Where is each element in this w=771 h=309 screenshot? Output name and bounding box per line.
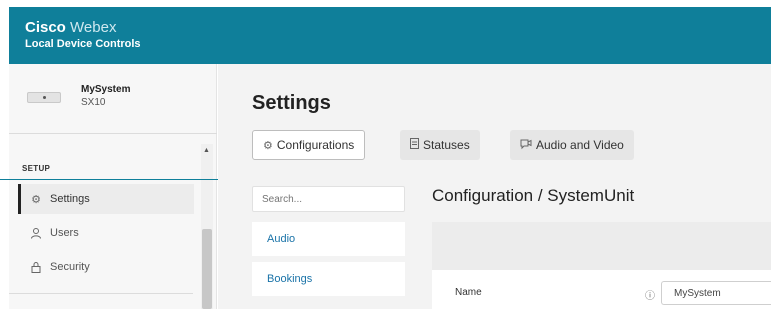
divider (9, 293, 193, 294)
user-icon (29, 227, 43, 239)
tab-label: Configurations (276, 138, 355, 152)
app-header: Cisco Webex Local Device Controls (9, 7, 771, 64)
tab-configurations[interactable]: ⚙ Configurations (252, 130, 366, 160)
sidebar-item-settings[interactable]: ⚙ Settings (18, 184, 194, 214)
document-icon (410, 138, 419, 152)
sidebar-item-label: Settings (50, 193, 90, 205)
tab-audio-and-video[interactable]: Audio and Video (510, 130, 634, 160)
device-icon (27, 92, 61, 103)
main-content: Settings ⚙ Configurations Statuses Audio… (218, 64, 771, 309)
device-model: SX10 (81, 97, 106, 108)
section-title-setup: SETUP (22, 164, 51, 173)
category-bookings[interactable]: Bookings (252, 262, 405, 296)
category-audio[interactable]: Audio (252, 222, 405, 256)
lock-icon (29, 261, 43, 273)
sidebar-item-security[interactable]: Security (18, 252, 194, 282)
brand-subtitle: Local Device Controls (25, 38, 141, 50)
page-title: Settings (252, 92, 331, 114)
tab-label: Audio and Video (536, 138, 624, 152)
tab-statuses[interactable]: Statuses (400, 130, 480, 160)
configuration-title: Configuration / SystemUnit (432, 186, 635, 205)
gear-icon: ⚙ (263, 139, 273, 152)
sidebar: MySystem SX10 SETUP ⚙ Settings Users Sec… (9, 64, 217, 309)
audio-video-icon (520, 138, 532, 153)
search-input[interactable] (252, 186, 405, 212)
product-name: Webex (70, 19, 117, 36)
scroll-up-icon[interactable]: ▲ (203, 147, 210, 154)
info-icon[interactable]: ⓘ (645, 287, 655, 302)
gear-icon: ⚙ (31, 193, 41, 206)
tab-label: Statuses (423, 138, 470, 152)
field-label-name: Name (455, 287, 482, 298)
brand-title: Cisco Webex (25, 19, 116, 36)
divider (9, 133, 217, 134)
sidebar-scrollbar[interactable]: ▲ (201, 144, 213, 309)
brand-name: Cisco (25, 19, 66, 36)
sidebar-item-label: Users (50, 227, 79, 239)
sidebar-item-users[interactable]: Users (18, 218, 194, 248)
name-field[interactable] (661, 281, 771, 305)
device-name: MySystem (81, 84, 131, 95)
panel-header (432, 222, 771, 270)
sidebar-item-label: Security (50, 261, 90, 273)
configuration-panel: Name ⓘ (432, 222, 771, 309)
scrollbar-thumb[interactable] (202, 229, 212, 309)
callout-line (0, 179, 233, 180)
